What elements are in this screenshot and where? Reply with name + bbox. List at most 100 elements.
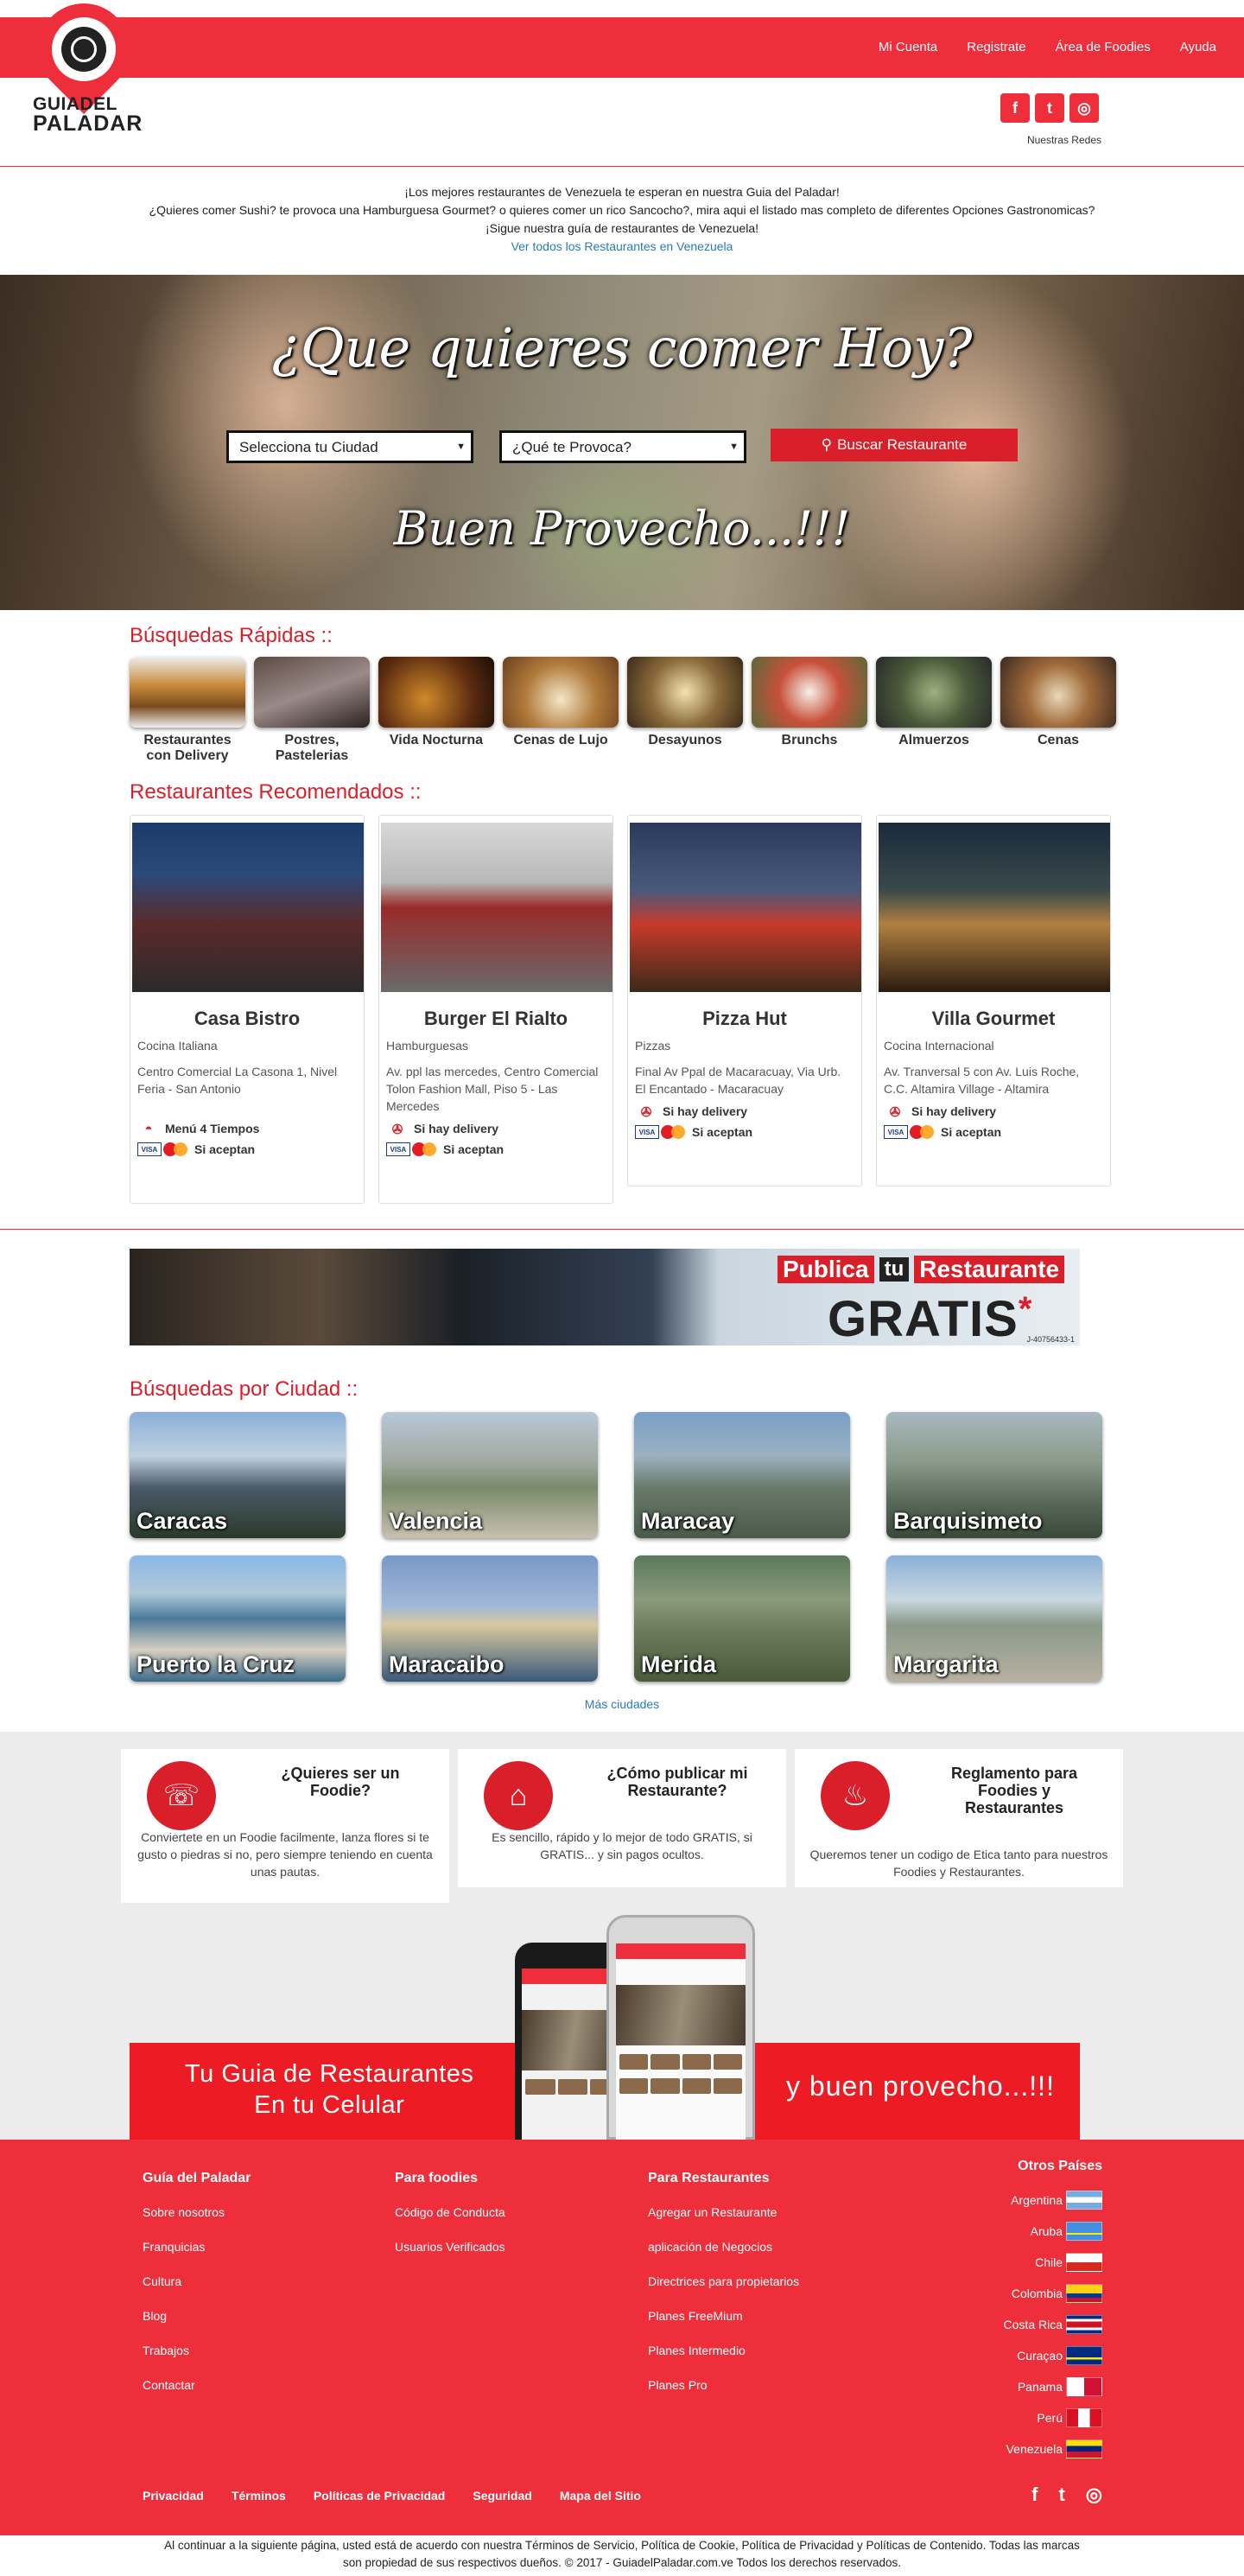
restaurant-card[interactable]: Casa Bistro Cocina Italiana Centro Comer… [130,815,365,1204]
city-select[interactable]: Selecciona tu Ciudad ▼ [226,430,473,463]
other-countries: Otros Países Argentina Aruba Chile Colom… [1004,2159,1102,2465]
food-select[interactable]: ¿Qué te Provoca? ▼ [499,430,746,463]
brunch-image [752,657,867,728]
burger-image [130,657,245,728]
footer-col-foodies: Para foodies Código de Conducta Usuarios… [395,2171,505,2254]
footer-link[interactable]: Planes FreeMium [648,2309,743,2323]
quick-item-almuerzos[interactable]: Almuerzos [876,657,992,764]
footer-link[interactable]: aplicación de Negocios [648,2240,772,2254]
delivery-icon: ✇ [889,1105,901,1120]
restaurant-card[interactable]: Burger El Rialto Hamburguesas Av. ppl la… [378,815,613,1204]
instagram-icon[interactable]: ◎ [1069,93,1099,123]
facebook-icon[interactable]: f [1031,2484,1038,2506]
footer-link[interactable]: Blog [143,2309,167,2323]
city-card[interactable]: Puerto la Cruz [130,1555,346,1682]
country-link[interactable]: Colombia [1004,2278,1102,2309]
footer: Guía del Paladar Sobre nosotros Franquic… [0,2140,1244,2535]
nav-area-foodies[interactable]: Área de Foodies [1056,40,1151,54]
footer-bottom-link[interactable]: Mapa del Sitio [560,2489,641,2503]
city-card[interactable]: Barquisimeto [886,1412,1102,1538]
footer-bottom-link[interactable]: Términos [232,2489,286,2503]
phone-icon: ☏ [147,1761,216,1830]
instagram-icon[interactable]: ◎ [1086,2484,1102,2506]
city-card[interactable]: Merida [634,1555,850,1682]
twitter-icon[interactable]: t [1058,2484,1064,2506]
nightlife-image [378,657,494,728]
hero-title: ¿Que quieres comer Hoy? [271,316,973,379]
footer-link[interactable]: Planes Intermedio [648,2344,746,2357]
footer-link[interactable]: Agregar un Restaurante [648,2205,777,2219]
lunch-image [876,657,992,728]
quick-item-brunchs[interactable]: Brunchs [752,657,867,764]
divider [0,166,1244,167]
footer-bottom-link[interactable]: Privacidad [143,2489,204,2503]
country-link[interactable]: Perú [1004,2402,1102,2433]
cities-title: Búsquedas por Ciudad :: [130,1377,359,1401]
country-link[interactable]: Aruba [1004,2216,1102,2247]
footer-link[interactable]: Cultura [143,2274,181,2288]
flag-colombia-icon [1066,2284,1102,2303]
city-card[interactable]: Maracay [634,1412,850,1538]
site-logo[interactable]: GUIADEL PALADAR [19,0,149,135]
city-card[interactable]: Maracaibo [382,1555,598,1682]
more-cities-link[interactable]: Más ciudades [0,1697,1244,1711]
hero-banner: ¿Que quieres comer Hoy? Selecciona tu Ci… [0,275,1244,610]
restaurant-card[interactable]: Villa Gourmet Cocina Internacional Av. T… [876,815,1111,1186]
flag-chile-icon [1066,2253,1102,2272]
quick-item-desayunos[interactable]: Desayunos [627,657,743,764]
country-link[interactable]: Argentina [1004,2185,1102,2216]
nav-registrate[interactable]: Registrate [967,40,1025,54]
restaurant-image [381,823,612,992]
country-link[interactable]: Curaçao [1004,2340,1102,2371]
country-link[interactable]: Chile [1004,2247,1102,2278]
nav-mi-cuenta[interactable]: Mi Cuenta [879,40,937,54]
fine-dining-image [503,657,619,728]
city-card[interactable]: Margarita [886,1555,1102,1682]
footer-link[interactable]: Código de Conducta [395,2205,505,2219]
nav-ayuda[interactable]: Ayuda [1180,40,1216,54]
city-card[interactable]: Valencia [382,1412,598,1538]
caret-down-icon: ▼ [729,442,739,452]
footer-link[interactable]: Directrices para propietarios [648,2274,799,2288]
footer-link[interactable]: Franquicias [143,2240,205,2254]
footer-bottom-link[interactable]: Políticas de Privacidad [314,2489,446,2503]
footer-link[interactable]: Usuarios Verificados [395,2240,505,2254]
quick-item-cenas-lujo[interactable]: Cenas de Lujo [503,657,619,764]
search-restaurant-button[interactable]: ⚲ Buscar Restaurante [771,429,1018,461]
recommended-title: Restaurantes Recomendados :: [130,780,422,804]
quick-item-vida-nocturna[interactable]: Vida Nocturna [378,657,494,764]
restaurant-card[interactable]: Pizza Hut Pizzas Final Av Ppal de Macara… [627,815,862,1186]
all-restaurants-link[interactable]: Ver todos los Restaurantes en Venezuela [511,239,733,253]
recommended-list: Casa Bistro Cocina Italiana Centro Comer… [130,815,1111,1204]
quick-item-postres[interactable]: Postres, Pastelerias [254,657,370,764]
social-links: f t ◎ [1000,93,1099,123]
twitter-icon[interactable]: t [1035,93,1064,123]
footer-link[interactable]: Trabajos [143,2344,189,2357]
footer-link[interactable]: Planes Pro [648,2378,707,2392]
facebook-icon[interactable]: f [1000,93,1030,123]
cloche-icon: ◓ [144,1122,153,1136]
publish-free-banner[interactable]: Publica tu Restaurante GRATIS* J-4075643… [130,1249,1080,1345]
info-box-publish[interactable]: ⌂ ¿Cómo publicar mi Restaurante? Es senc… [458,1749,786,1887]
country-link[interactable]: Costa Rica [1004,2309,1102,2340]
credit-cards-icon: VISA [635,1125,687,1139]
footer-bottom-link[interactable]: Seguridad [473,2489,531,2503]
info-box-foodie[interactable]: ☏ ¿Quieres ser un Foodie? Conviertete en… [121,1749,449,1903]
intro-text: ¡Los mejores restaurantes de Venezuela t… [149,185,1095,253]
city-card[interactable]: Caracas [130,1412,346,1538]
footer-link[interactable]: Contactar [143,2378,195,2392]
footer-link[interactable]: Sobre nosotros [143,2205,225,2219]
country-link[interactable]: Venezuela [1004,2433,1102,2465]
credit-cards-icon: VISA [137,1142,189,1156]
dinner-image [1000,657,1116,728]
country-link[interactable]: Panama [1004,2371,1102,2402]
info-box-rules[interactable]: ♨ Reglamento para Foodies y Restaurantes… [795,1749,1123,1887]
quick-item-delivery[interactable]: Restaurantes con Delivery [130,657,245,764]
quick-item-cenas[interactable]: Cenas [1000,657,1116,764]
footer-col-guia: Guía del Paladar Sobre nosotros Franquic… [143,2171,251,2392]
delivery-icon: ✇ [391,1123,403,1137]
flag-panama-icon [1066,2377,1102,2396]
credit-cards-icon: VISA [884,1125,936,1139]
chef-icon: ♨ [821,1761,890,1830]
credit-cards-icon: VISA [386,1142,438,1156]
